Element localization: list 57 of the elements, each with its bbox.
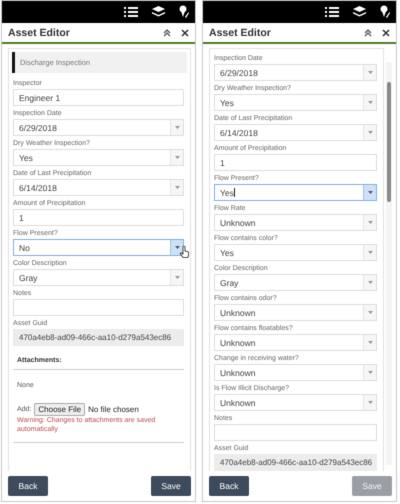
back-button[interactable]: Back [8,476,48,496]
layers-icon[interactable] [152,6,165,18]
caret-icon [368,101,372,104]
dropdown-field[interactable]: Unknown [214,214,377,231]
dropdown-field[interactable]: Gray [214,274,377,291]
caret-icon [368,341,372,344]
layers-icon[interactable] [353,6,366,18]
caret-icon [174,246,180,249]
file-status: No file chosen [88,405,139,414]
scrollbar[interactable] [386,62,392,465]
dropdown-field[interactable]: Yes [214,244,377,261]
input-field[interactable]: 1 [214,154,377,171]
collapse-icon[interactable] [364,28,372,36]
collapse-icon[interactable] [163,28,171,36]
close-icon[interactable] [382,28,390,36]
caret-icon [368,71,372,74]
dropdown-field[interactable]: Gray [13,269,184,286]
pin-pencil-icon[interactable] [179,5,189,19]
caret-icon [174,156,180,159]
dropdown-field[interactable]: Yes [214,94,377,111]
input-field[interactable]: 1 [13,209,184,226]
choose-file-button[interactable]: Choose File [34,403,86,416]
caret-icon [174,276,180,279]
save-button[interactable]: Save [151,476,191,496]
pin-pencil-icon[interactable] [380,5,390,19]
dropdown-field[interactable]: Unknown [214,334,377,351]
caret-icon [368,221,372,224]
dropdown-field[interactable]: 6/14/2018 [214,124,377,141]
close-icon[interactable] [181,28,189,36]
dropdown-field[interactable]: 6/29/2018 [13,119,184,136]
back-button[interactable]: Back [209,476,249,496]
caret-icon [174,126,180,129]
list-icon[interactable] [124,6,138,18]
caret-icon [368,371,372,374]
input-field[interactable] [13,299,184,316]
dropdown-field[interactable]: Unknown [214,394,377,411]
dropdown-field[interactable]: Yes [214,184,377,201]
panel-title: Asset Editor [209,26,271,38]
dropdown-field[interactable]: 6/14/2018 [13,179,184,196]
caret-icon [368,401,372,404]
list-icon[interactable] [325,6,339,18]
panel-title: Asset Editor [8,26,70,38]
readonly-field: 470a4eb8-ad09-466c-aa10-d279a543ec86 [13,329,184,346]
dropdown-field[interactable]: Unknown [214,364,377,381]
dropdown-field[interactable]: Yes [13,149,184,166]
caret-icon [368,251,372,254]
caret-icon [368,311,372,314]
input-field[interactable] [214,424,377,441]
dropdown-field[interactable]: 6/29/2018 [214,64,377,81]
dropdown-field[interactable]: Unknown [214,304,377,321]
caret-icon [368,131,372,134]
caret-icon [368,281,372,284]
caret-icon [368,191,372,194]
input-field[interactable]: Engineer 1 [13,89,184,106]
readonly-field: 470a4eb8-ad09-466c-aa10-d279a543ec86 [214,454,377,471]
scrollbar-thumb[interactable] [387,82,391,202]
caret-icon [174,186,180,189]
